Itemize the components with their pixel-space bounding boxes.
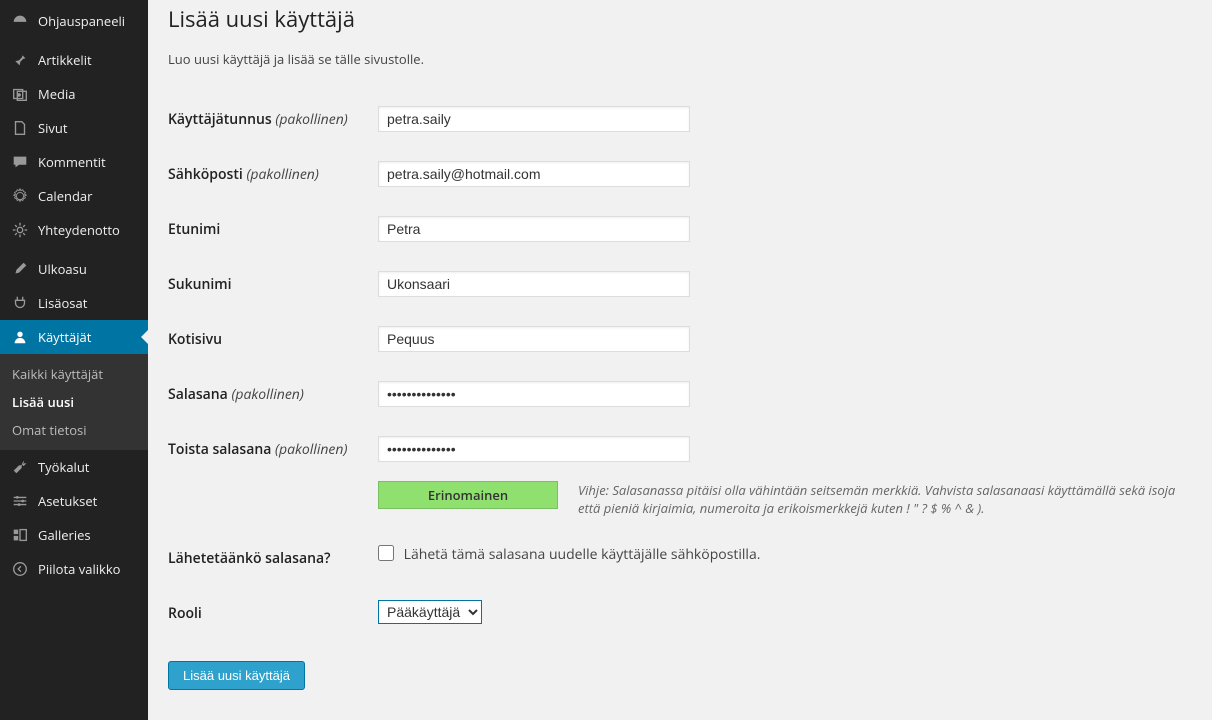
page-subtitle: Luo uusi käyttäjä ja lisää se tälle sivu…	[168, 50, 1192, 68]
sidebar-item-settings[interactable]: Asetukset	[0, 484, 148, 518]
label-password: Salasana (pakollinen)	[168, 367, 368, 422]
role-select[interactable]: Pääkäyttäjä	[378, 600, 482, 624]
collapse-icon	[10, 559, 30, 579]
lastname-input[interactable]	[378, 271, 690, 297]
sidebar-item-label: Yhteydenotto	[38, 221, 120, 239]
pin-icon	[10, 50, 30, 70]
sidebar-item-comments[interactable]: Kommentit	[0, 145, 148, 179]
submenu-item-add-new[interactable]: Lisää uusi	[0, 388, 148, 416]
sidebar-item-contact[interactable]: Yhteydenotto	[0, 213, 148, 247]
sidebar-item-label: Lisäosat	[38, 294, 87, 312]
label-username: Käyttäjätunnus (pakollinen)	[168, 92, 368, 147]
sidebar-item-label: Asetukset	[38, 492, 97, 510]
sidebar-submenu-users: Kaikki käyttäjät Lisää uusi Omat tietosi	[0, 354, 148, 450]
sidebar-item-galleries[interactable]: Galleries	[0, 518, 148, 552]
user-icon	[10, 327, 30, 347]
password-input[interactable]	[378, 381, 690, 407]
sidebar-item-label: Media	[38, 85, 75, 103]
plug-icon	[10, 293, 30, 313]
media-icon	[10, 84, 30, 104]
password-hint: Vihje: Salasanassa pitäisi olla vähintää…	[578, 481, 1182, 517]
sendpw-checkbox[interactable]	[378, 545, 394, 561]
sidebar-item-label: Ohjauspaneeli	[38, 12, 125, 30]
label-email: Sähköposti (pakollinen)	[168, 147, 368, 202]
sidebar-item-calendar[interactable]: Calendar	[0, 179, 148, 213]
username-input[interactable]	[378, 106, 690, 132]
dashboard-icon	[10, 11, 30, 31]
label-role: Rooli	[168, 586, 368, 641]
label-firstname: Etunimi	[168, 202, 368, 257]
user-form: Käyttäjätunnus (pakollinen) Sähköposti (…	[168, 92, 1192, 641]
gallery-icon	[10, 525, 30, 545]
label-sendpw: Lähetetäänkö salasana?	[168, 531, 368, 586]
sidebar-item-label: Galleries	[38, 526, 91, 544]
submenu-item-your-profile[interactable]: Omat tietosi	[0, 416, 148, 444]
sidebar-item-label: Työkalut	[38, 458, 89, 476]
wrench-icon	[10, 457, 30, 477]
website-input[interactable]	[378, 326, 690, 352]
admin-sidebar: Ohjauspaneeli Artikkelit Media Sivut Kom…	[0, 0, 148, 720]
gear-icon	[10, 186, 30, 206]
main-content: Lisää uusi käyttäjä Luo uusi käyttäjä ja…	[148, 0, 1212, 720]
firstname-input[interactable]	[378, 216, 690, 242]
sliders-icon	[10, 491, 30, 511]
sidebar-item-dashboard[interactable]: Ohjauspaneeli	[0, 4, 148, 38]
sidebar-item-label: Piilota valikko	[38, 560, 120, 578]
submenu-item-all-users[interactable]: Kaikki käyttäjät	[0, 360, 148, 388]
sidebar-item-label: Calendar	[38, 187, 92, 205]
password2-input[interactable]	[378, 436, 690, 462]
sidebar-item-tools[interactable]: Työkalut	[0, 450, 148, 484]
sidebar-item-label: Kommentit	[38, 153, 106, 171]
sidebar-item-pages[interactable]: Sivut	[0, 111, 148, 145]
comment-icon	[10, 152, 30, 172]
email-input[interactable]	[378, 161, 690, 187]
sidebar-item-label: Käyttäjät	[38, 328, 91, 346]
sidebar-item-media[interactable]: Media	[0, 77, 148, 111]
brush-icon	[10, 259, 30, 279]
submit-button[interactable]: Lisää uusi käyttäjä	[168, 661, 305, 690]
sidebar-item-appearance[interactable]: Ulkoasu	[0, 252, 148, 286]
sidebar-item-label: Sivut	[38, 119, 68, 137]
sidebar-item-label: Ulkoasu	[38, 260, 87, 278]
sidebar-item-users[interactable]: Käyttäjät	[0, 320, 148, 354]
page-icon	[10, 118, 30, 138]
label-website: Kotisivu	[168, 312, 368, 367]
page-title: Lisää uusi käyttäjä	[168, 0, 1192, 38]
sidebar-item-posts[interactable]: Artikkelit	[0, 43, 148, 77]
label-lastname: Sukunimi	[168, 257, 368, 312]
gear-icon	[10, 220, 30, 240]
sendpw-label[interactable]: Lähetä tämä salasana uudelle käyttäjälle…	[378, 545, 760, 564]
sidebar-item-collapse[interactable]: Piilota valikko	[0, 552, 148, 586]
password-strength-indicator: Erinomainen	[378, 481, 558, 509]
sidebar-item-plugins[interactable]: Lisäosat	[0, 286, 148, 320]
label-password2: Toista salasana (pakollinen)	[168, 422, 368, 477]
sidebar-item-label: Artikkelit	[38, 51, 92, 69]
